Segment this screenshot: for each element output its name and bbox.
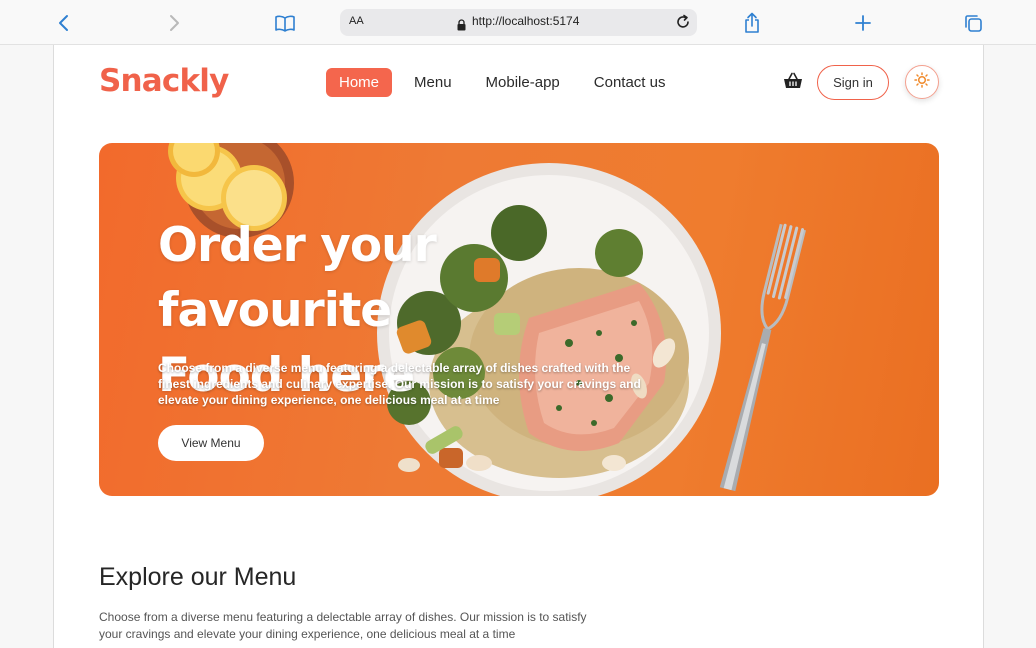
address-bar[interactable]: AA http://localhost:5174 [340, 9, 697, 36]
nav-contact-us[interactable]: Contact us [594, 74, 666, 91]
sun-icon [914, 72, 930, 92]
nav-mobile-app[interactable]: Mobile-app [486, 74, 560, 91]
text-size-button[interactable]: AA [349, 15, 364, 27]
explore-menu-title: Explore our Menu [99, 563, 297, 591]
chevron-left-icon[interactable] [51, 10, 77, 36]
web-page: Snackly Home Menu Mobile-app Contact us … [53, 45, 984, 648]
share-icon[interactable] [739, 10, 765, 36]
main-nav: Home Menu Mobile-app Contact us [326, 68, 699, 97]
hero-description: Choose from a diverse menu featuring a d… [158, 361, 641, 407]
sign-in-button[interactable]: Sign in [817, 65, 889, 100]
basket-icon[interactable] [783, 72, 803, 94]
reload-icon[interactable] [674, 13, 692, 35]
site-logo[interactable]: Snackly [99, 63, 229, 99]
url-text: http://localhost:5174 [472, 14, 580, 28]
lock-icon [457, 16, 466, 35]
browser-toolbar: AA http://localhost:5174 [0, 0, 1036, 45]
view-menu-button[interactable]: View Menu [158, 425, 264, 461]
chevron-right-icon[interactable] [161, 10, 187, 36]
hero-banner: Order your favourite Food here Choose fr… [99, 143, 939, 496]
hero-title-line-1: Order your favourite [158, 218, 437, 338]
book-icon[interactable] [272, 10, 298, 36]
theme-toggle-button[interactable] [905, 65, 939, 99]
nav-home[interactable]: Home [326, 68, 393, 97]
plus-icon[interactable] [850, 10, 876, 36]
explore-menu-description: Choose from a diverse menu featuring a d… [99, 610, 587, 641]
tabs-icon[interactable] [960, 10, 986, 36]
nav-menu[interactable]: Menu [414, 74, 452, 91]
